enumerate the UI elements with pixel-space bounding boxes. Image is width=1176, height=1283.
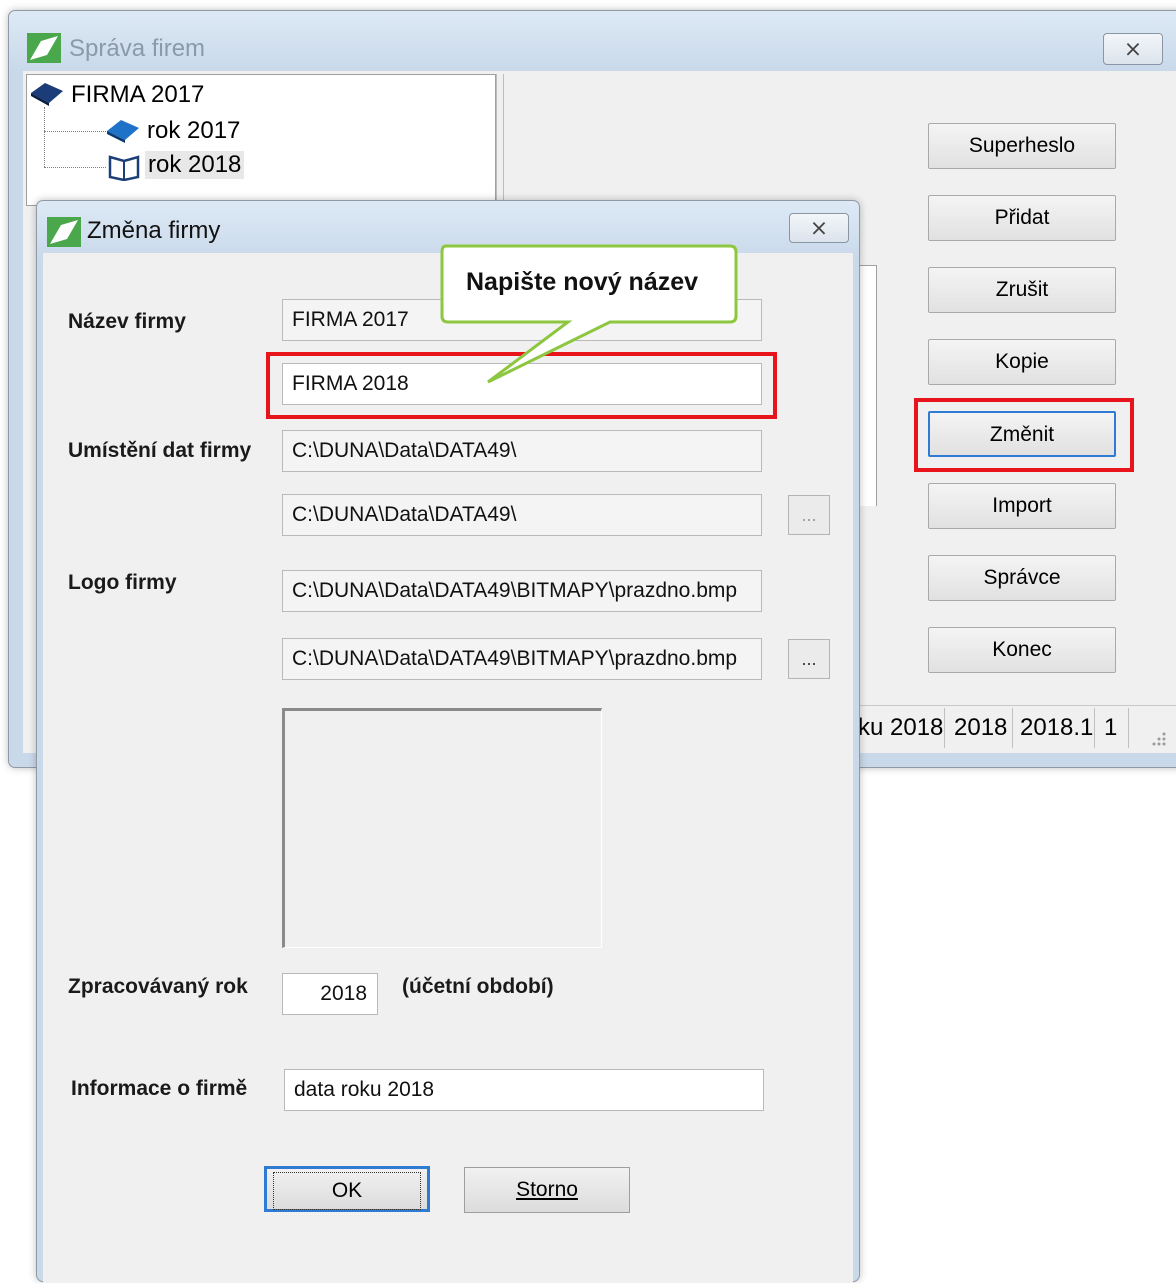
tree-connector (44, 107, 45, 167)
label-umisteni-dat: Umístění dat firmy (68, 439, 252, 462)
dialog-close-button[interactable]: ⨯ (789, 213, 849, 243)
status-divider (1128, 708, 1129, 748)
konec-button[interactable]: Konec (928, 627, 1116, 673)
logo-path-field[interactable]: C:\DUNA\Data\DATA49\BITMAPY\prazdno.bmp (282, 570, 762, 612)
status-divider (944, 708, 945, 748)
storno-button[interactable]: Storno (464, 1167, 630, 1213)
status-cell: ku 2018 (858, 714, 944, 741)
ok-button[interactable]: OK (264, 1166, 430, 1212)
data-location-input[interactable]: C:\DUNA\Data\DATA49\ (282, 494, 762, 536)
close-icon: ⨯ (809, 215, 829, 240)
main-titlebar[interactable]: Správa firem ⨯ (9, 11, 1176, 71)
main-close-button[interactable]: ⨯ (1103, 33, 1163, 65)
splitter[interactable] (496, 74, 504, 202)
superheslo-button[interactable]: Superheslo (928, 123, 1116, 169)
label-nazev-firmy: Název firmy (68, 310, 186, 333)
logo-preview (282, 708, 602, 948)
tree-item-rok-2017[interactable]: rok 2017 (147, 117, 240, 145)
tree-root[interactable]: FIRMA 2017 (71, 81, 204, 109)
zmenit-button[interactable]: Změnit (928, 411, 1116, 457)
import-button[interactable]: Import (928, 483, 1116, 529)
status-divider (1094, 708, 1095, 748)
resize-grip-icon[interactable] (1150, 730, 1168, 748)
label-informace-o-firme: Informace o firmě (71, 1077, 248, 1100)
kopie-button[interactable]: Kopie (928, 339, 1116, 385)
app-logo-icon (47, 217, 81, 247)
tree-connector (44, 131, 106, 132)
data-location-field[interactable]: C:\DUNA\Data\DATA49\ (282, 430, 762, 472)
status-cell: 2018.1 (1020, 714, 1094, 741)
logo-path-input[interactable]: C:\DUNA\Data\DATA49\BITMAPY\prazdno.bmp (282, 638, 762, 680)
company-tree[interactable]: FIRMA 2017 rok 2017 rok 2018 (26, 74, 496, 206)
spravce-button[interactable]: Správce (928, 555, 1116, 601)
callout-text: Napište nový název (466, 268, 699, 296)
callout-bubble (440, 244, 738, 384)
label-zpracovavany-rok: Zpracovávaný rok (68, 975, 248, 998)
status-cell: 2018 (954, 714, 1008, 741)
year-input[interactable]: 2018 (282, 973, 378, 1015)
tree-item-rok-2018[interactable]: rok 2018 (145, 151, 245, 179)
pridat-button[interactable]: Přidat (928, 195, 1116, 241)
closed-book-icon (31, 83, 63, 106)
main-title: Správa firem (69, 35, 206, 62)
app-logo-icon (27, 33, 61, 63)
book-icon (107, 120, 139, 143)
browse-logo-button[interactable]: ... (788, 639, 830, 679)
tree-connector (44, 167, 106, 168)
dialog-title: Změna firmy (87, 217, 221, 244)
zrusit-button[interactable]: Zrušit (928, 267, 1116, 313)
company-info-input[interactable]: data roku 2018 (284, 1069, 764, 1111)
label-ucetni-obdobi: (účetní období) (402, 975, 554, 998)
open-book-icon (108, 155, 140, 181)
status-divider (1012, 708, 1013, 748)
ok-label: OK (273, 1172, 421, 1210)
status-cell: 1 (1104, 714, 1118, 741)
label-logo-firmy: Logo firmy (68, 571, 177, 594)
browse-location-button[interactable]: ... (788, 495, 830, 535)
close-icon: ⨯ (1123, 36, 1143, 61)
